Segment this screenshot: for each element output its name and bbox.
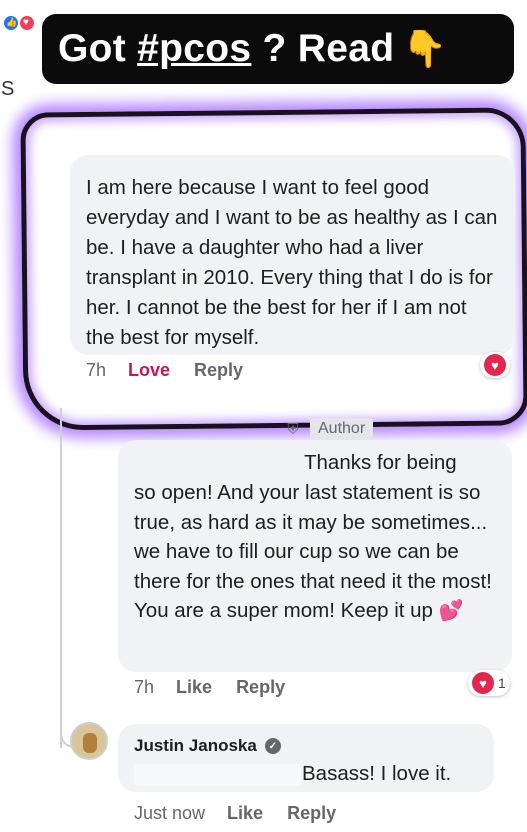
love-button[interactable]: Love xyxy=(128,360,170,381)
author-badge: Author xyxy=(310,418,374,440)
commenter-name[interactable]: Justin Janoska ✓ xyxy=(134,736,281,756)
cut-off-text: S xyxy=(1,78,15,100)
reply-text-first-line: Thanks for being xyxy=(304,451,457,474)
reply-bubble[interactable]: Thanks for being so open! And your last … xyxy=(118,440,512,672)
blurred-mention xyxy=(134,764,302,786)
two-hearts-icon: 💕 xyxy=(438,600,464,622)
reply-button[interactable]: Reply xyxy=(236,677,285,698)
pointing-down-hand-icon: 👇 xyxy=(402,28,448,69)
author-shield-icon: ⛨ xyxy=(287,420,299,438)
comment-text: I am here because I want to feel good ev… xyxy=(86,176,498,349)
reply-button[interactable]: Reply xyxy=(287,803,336,824)
hashtag-link[interactable]: #pcos xyxy=(137,27,251,70)
reply-text: Basass! I love it. xyxy=(302,762,452,785)
badge-icon: ✓ xyxy=(264,738,281,754)
love-reaction-icon xyxy=(18,14,36,32)
banner-text: Got #pcos ? Read xyxy=(58,27,395,70)
reply-button[interactable]: Reply xyxy=(194,360,243,381)
reaction-badge[interactable]: ♥ 1 xyxy=(468,670,510,696)
reaction-count: 1 xyxy=(498,675,506,691)
like-button[interactable]: Like xyxy=(176,677,212,698)
reply-actions: Just now Like Reply xyxy=(134,803,360,824)
thread-line xyxy=(60,408,62,748)
reply-text: so open! And your last statement is so t… xyxy=(134,481,492,622)
reply-time: Just now xyxy=(134,803,206,823)
like-button[interactable]: Like xyxy=(227,803,263,824)
reply-bubble[interactable]: Justin Janoska ✓ Basass! I love it. xyxy=(118,724,494,792)
heart-icon: ♥ xyxy=(484,354,506,376)
author-label-row: ⛨ Author xyxy=(284,418,374,440)
reaction-badge[interactable]: ♥ xyxy=(480,352,510,378)
avatar[interactable] xyxy=(70,722,108,760)
heart-icon: ♥ xyxy=(472,672,494,694)
comment-bubble[interactable]: I am here because I want to feel good ev… xyxy=(70,155,515,355)
story-text-banner: Got #pcos ? Read 👇 xyxy=(42,14,514,84)
reply-time: 7h xyxy=(134,677,155,697)
reply-actions: 7h Like Reply xyxy=(134,677,309,698)
comment-time: 7h xyxy=(86,360,107,380)
comment-actions: 7h Love Reply xyxy=(86,360,267,381)
